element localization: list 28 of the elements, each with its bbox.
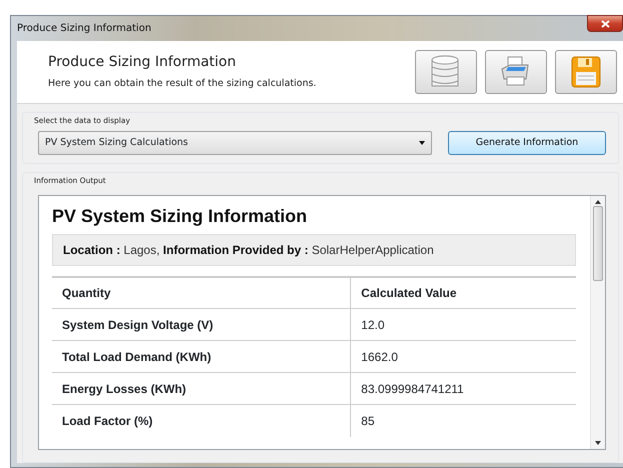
column-header: Quantity <box>52 276 351 308</box>
save-button[interactable] <box>555 50 617 94</box>
column-header: Calculated Value <box>350 276 576 308</box>
report-title: PV System Sizing Information <box>52 206 308 226</box>
floppy-icon <box>570 55 602 89</box>
close-button[interactable] <box>587 15 623 32</box>
value-cell: 1662.0 <box>350 340 576 372</box>
caret-icon <box>419 141 425 146</box>
report-info: Location : Lagos, Information Provided by : SolarHelperApplication <box>52 234 576 266</box>
quantity-cell: Energy Losses (KWh) <box>52 372 351 404</box>
quantity-cell: System Design Voltage (V) <box>52 308 351 340</box>
value-cell: 12.0 <box>350 308 576 340</box>
header-subtitle: Here you can obtain the result of the sizing calculations. <box>48 77 318 92</box>
printer-button[interactable] <box>485 50 547 94</box>
scroll-up-icon <box>595 200 601 204</box>
close-icon <box>600 20 610 28</box>
scroll-thumb[interactable] <box>593 206 603 280</box>
value-cell: 85 <box>350 404 576 436</box>
header-title: Produce Sizing Information <box>48 53 237 72</box>
scrollbar[interactable] <box>590 196 605 448</box>
quantity-cell: Total Load Demand (KWh) <box>52 340 351 372</box>
database-button[interactable] <box>415 50 477 94</box>
quantity-cell: Load Factor (%) <box>52 404 351 436</box>
generate-button[interactable]: Generate Information <box>448 131 606 156</box>
data-dropdown[interactable]: PV System Sizing Calculations <box>38 131 432 156</box>
scroll-down-icon <box>595 440 601 444</box>
value-cell: 83.0999984741211 <box>350 372 576 404</box>
window-title: Produce Sizing Information <box>17 22 152 36</box>
